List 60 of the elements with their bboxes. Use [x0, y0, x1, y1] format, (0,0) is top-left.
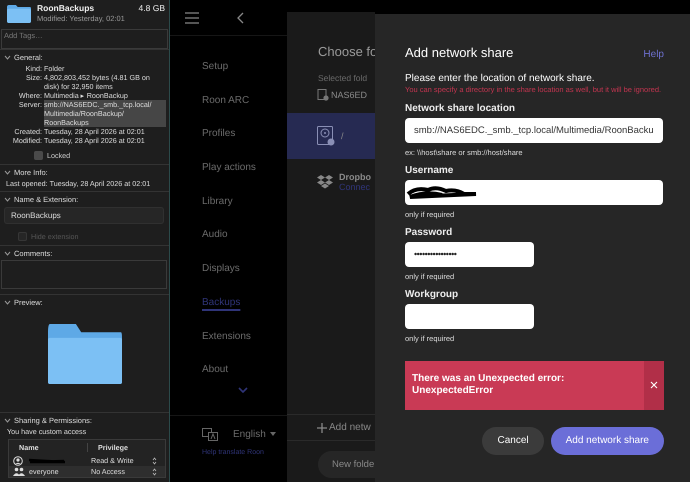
input-field[interactable]: smb://NAS6EDC._smb._tcp.local/Multimedia/RoonBacku: [405, 118, 663, 142]
chevron-icon[interactable]: [4, 417, 11, 424]
file-size: 4.8 GB: [138, 4, 165, 13]
location-row[interactable]: /: [287, 113, 375, 159]
back-icon[interactable]: [237, 12, 244, 24]
new-folder-button[interactable]: New folde: [318, 451, 376, 478]
dropbox-icon: [317, 175, 333, 189]
user-icon: [13, 456, 23, 466]
name-field[interactable]: RoonBackups: [4, 207, 164, 224]
nas-icon: [317, 89, 329, 101]
chevron-icon[interactable]: [4, 54, 11, 61]
field-label: Workgroup: [405, 288, 460, 300]
sidebar-item[interactable]: About: [202, 363, 228, 397]
connection-status: Connec: [339, 182, 371, 192]
sidebar-item[interactable]: Audio: [202, 228, 228, 262]
password-field[interactable]: ••••••••••••••••: [405, 242, 534, 266]
location-name: /: [341, 131, 344, 141]
comments-field[interactable]: [1, 260, 167, 289]
field-label: Network share location: [405, 102, 516, 114]
selected-folder-path: NAS6ED: [331, 90, 368, 100]
cancel-button[interactable]: Cancel: [482, 426, 544, 454]
field-value: smb://NAS6EDC._smb._tcp.local/Multimedia/RoonBacku: [414, 124, 654, 136]
menu-icon[interactable]: [185, 12, 199, 24]
instruction-text: Please enter the location of network share.: [405, 73, 596, 84]
help-link[interactable]: Help: [643, 49, 664, 60]
sidebar-item[interactable]: Extensions: [202, 330, 251, 364]
close-icon: [650, 381, 658, 389]
folder-icon: [46, 323, 122, 385]
stepper-icon: [152, 468, 157, 476]
sidebar-item[interactable]: Setup: [202, 60, 228, 94]
folder-icon: [6, 4, 32, 24]
translate-icon: [202, 428, 218, 441]
input-field[interactable]: [405, 304, 534, 328]
sidebar-item[interactable]: Library: [202, 194, 233, 228]
chevron-icon[interactable]: [4, 250, 11, 257]
chevron-icon[interactable]: [4, 196, 11, 203]
group-icon: [13, 467, 25, 476]
sidebar-item[interactable]: Roon ARC: [202, 94, 250, 128]
error-message: There was an Unexpected error: UnexpectedError: [411, 372, 566, 398]
field-label: Username: [405, 164, 454, 176]
language-dropdown[interactable]: English: [233, 428, 276, 440]
plus-icon: [317, 422, 327, 432]
chevron-icon[interactable]: [4, 299, 11, 306]
checkbox[interactable]: [34, 151, 43, 160]
file-name: RoonBackups: [37, 4, 94, 13]
field-value: ••••••••••••••••: [414, 249, 456, 259]
add-network-share-button[interactable]: Add network share: [550, 426, 664, 454]
field-label: Password: [405, 226, 454, 238]
selected-folder-label: Selected fold: [317, 72, 368, 83]
location-row[interactable]: Dropbo Connec: [287, 159, 375, 205]
sidebar-item[interactable]: Play actions: [202, 161, 256, 195]
sidebar-item[interactable]: Profiles: [202, 127, 236, 162]
sidebar-item[interactable]: Displays: [202, 262, 240, 296]
dialog-title: Add network share: [405, 45, 514, 60]
language-value: English: [233, 428, 266, 440]
location-name: Dropbo: [339, 172, 371, 182]
chevron-icon[interactable]: [4, 169, 11, 176]
input-field[interactable]: [405, 180, 663, 204]
stepper-icon: [152, 456, 157, 464]
caret-icon: [270, 432, 276, 436]
